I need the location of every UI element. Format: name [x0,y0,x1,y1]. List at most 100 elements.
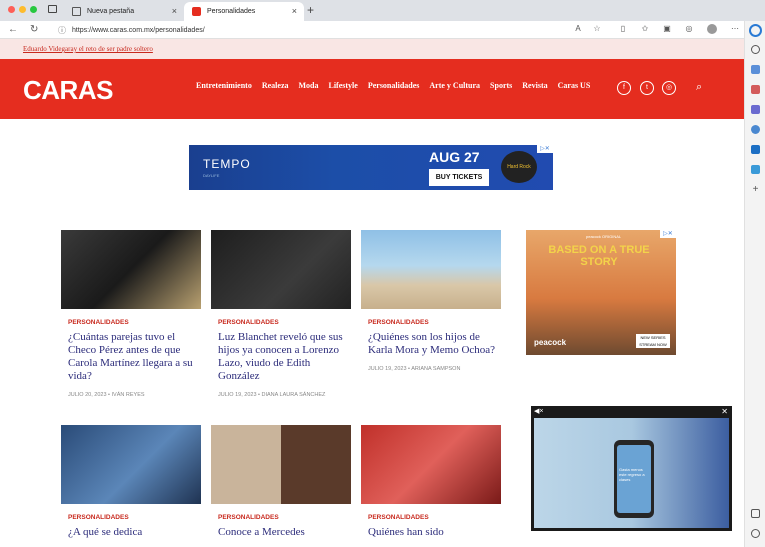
article-title[interactable]: ¿A qué se dedica [68,526,196,539]
article-card[interactable]: PERSONALIDADES ¿Quiénes son los hijos de… [361,230,501,372]
top-news-link[interactable]: Eduardo Videgaray el reto de ser padre s… [23,45,153,53]
menu-item-lifestyle[interactable]: Lifestyle [329,81,358,90]
profile-avatar[interactable] [707,24,717,34]
search-icon[interactable] [751,45,760,54]
collections-icon[interactable]: ▣ [662,24,672,34]
zoom-window-button[interactable] [30,6,37,13]
twitter-icon[interactable]: t [640,81,654,95]
favorites-icon[interactable]: ✩ [640,24,650,34]
copilot-icon[interactable] [749,24,762,37]
phone-image: Gasta menos este regreso a clases [614,440,654,518]
refresh-icon[interactable]: ↻ [30,24,38,35]
article-title[interactable]: Conoce a Mercedes [218,526,346,539]
menu-item-entretenimiento[interactable]: Entretenimiento [196,81,252,90]
menu-item-moda[interactable]: Moda [299,81,319,90]
article-card[interactable]: PERSONALIDADES Conoce a Mercedes [211,425,351,539]
tab-actions-icon[interactable] [48,5,57,13]
article-card[interactable]: PERSONALIDADES Luz Blanchet reveló que s… [211,230,351,398]
hard-rock-logo: Hard Rock [501,151,537,183]
article-category[interactable]: PERSONALIDADES [68,319,201,326]
menu-item-revista[interactable]: Revista [522,81,547,90]
facebook-icon[interactable]: f [617,81,631,95]
article-title[interactable]: Luz Blanchet reveló que sus hijos ya con… [218,331,346,383]
address-toolbar: ← ↻ ⓘ https://www.caras.com.mx/personali… [0,21,765,39]
tab-label: Nueva pestaña [87,8,135,15]
office-icon[interactable] [751,125,760,134]
article-image[interactable] [361,230,501,309]
close-window-button[interactable] [8,6,15,13]
article-meta: JULIO 19, 2023 • DIANA LAURA SÁNCHEZ [218,392,326,398]
outlook-icon[interactable] [751,145,760,154]
site-header: CARAS Entretenimiento Realeza Moda Lifes… [0,59,744,119]
ad-sub: DAYLIFE [203,173,220,178]
article-meta: JULIO 19, 2023 • ARIANA SAMPSON [368,366,461,372]
video-ad[interactable]: ◀× ✕ Gasta menos este regreso a clases [531,406,732,531]
article-category[interactable]: PERSONALIDADES [218,514,351,521]
sidebar-toggle-icon[interactable] [751,509,760,518]
caras-logo[interactable]: CARAS [23,75,113,106]
menu-item-arte-y-cultura[interactable]: Arte y Cultura [429,81,480,90]
buy-tickets-button[interactable]: BUY TICKETS [429,169,489,186]
search-icon[interactable]: ⌕ [696,81,702,94]
close-tab-icon[interactable]: × [292,6,297,16]
article-title[interactable]: ¿Cuántas parejas tuvo el Checo Pérez ant… [68,331,196,383]
article-category[interactable]: PERSONALIDADES [68,514,201,521]
article-meta: JULIO 20, 2023 • IVÁN REYES [68,392,145,398]
browser-tab-bar: Nueva pestaña × Personalidades × + [0,0,765,21]
more-menu-icon[interactable]: ⋯ [730,24,740,34]
article-image[interactable] [211,425,351,504]
instagram-icon[interactable]: ◎ [662,81,676,95]
ad-close-icon[interactable]: ▷✕ [660,230,676,238]
url-field[interactable]: ⓘ https://www.caras.com.mx/personalidade… [50,23,610,37]
top-news-bar: Eduardo Videgaray el reto de ser padre s… [0,39,744,59]
main-menu: Entretenimiento Realeza Moda Lifestyle P… [196,81,600,90]
article-title[interactable]: Quiénes han sido [368,526,496,539]
article-title[interactable]: ¿Quiénes son los hijos de Karla Mora y M… [368,331,496,357]
tag-icon[interactable] [751,65,760,74]
games-icon[interactable] [751,105,760,114]
phone-screen-text: Gasta menos este regreso a clases [617,445,651,513]
mute-icon[interactable]: ◀× [534,407,543,415]
peacock-logo: peacock [534,338,567,347]
menu-item-realeza[interactable]: Realeza [262,81,289,90]
article-card[interactable]: PERSONALIDADES Quiénes han sido [361,425,501,539]
lock-icon: ⓘ [58,26,66,35]
split-screen-icon[interactable]: ▯ [618,24,628,34]
article-category[interactable]: PERSONALIDADES [368,319,501,326]
tab-label: Personalidades [207,8,256,15]
send-icon[interactable] [751,165,760,174]
close-video-icon[interactable]: ✕ [721,407,728,416]
back-icon[interactable]: ← [8,24,18,35]
ad-close-icon[interactable]: ▷✕ [537,145,553,153]
settings-gear-icon[interactable] [751,529,760,538]
menu-item-personalidades[interactable]: Personalidades [368,81,420,90]
article-image[interactable] [61,425,201,504]
side-ad[interactable]: peacock ORIGINAL BASED ON A TRUE STORY p… [526,230,676,355]
stream-now-badge[interactable]: NEW SERIES STREAM NOW [636,334,670,348]
minimize-window-button[interactable] [19,6,26,13]
tab-personalidades[interactable]: Personalidades × [184,2,304,21]
article-image[interactable] [211,230,351,309]
new-tab-icon[interactable]: + [307,3,314,17]
extensions-icon[interactable]: ◎ [684,24,694,34]
article-category[interactable]: PERSONALIDADES [368,514,501,521]
article-category[interactable]: PERSONALIDADES [218,319,351,326]
add-icon[interactable]: + [751,185,760,195]
article-card[interactable]: PERSONALIDADES ¿A qué se dedica [61,425,201,539]
ad-brand: TEMPO [203,157,251,171]
banner-ad[interactable]: TEMPO DAYLIFE AUG 27 BUY TICKETS Hard Ro… [189,145,553,190]
menu-item-sports[interactable]: Sports [490,81,512,90]
url-text: https://www.caras.com.mx/personalidades/ [72,26,205,34]
read-aloud-icon[interactable]: A [573,24,583,34]
tab-nueva-pestana[interactable]: Nueva pestaña × [64,2,184,21]
favorite-star-icon[interactable]: ☆ [592,24,602,34]
article-image[interactable] [361,425,501,504]
article-image[interactable] [61,230,201,309]
caras-favicon-icon [192,7,201,16]
shopping-icon[interactable] [751,85,760,94]
video-frame[interactable]: Gasta menos este regreso a clases [534,418,729,528]
article-card[interactable]: PERSONALIDADES ¿Cuántas parejas tuvo el … [61,230,201,398]
menu-item-caras-us[interactable]: Caras US [558,81,591,90]
ad-date: AUG 27 [429,149,480,165]
close-tab-icon[interactable]: × [172,6,177,16]
